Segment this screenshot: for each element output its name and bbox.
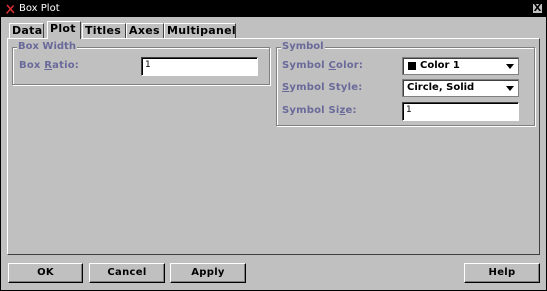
symbol-size-label: Symbol Size: [282, 105, 357, 116]
symbol-size-input[interactable]: 1 [402, 102, 519, 121]
symbol-style-value: Circle, Solid [407, 82, 475, 93]
cancel-button[interactable]: Cancel [89, 263, 165, 283]
tab-titles[interactable]: Titles [82, 23, 126, 38]
symbol-color-label: Symbol Color: [282, 60, 364, 71]
symbol-style-label: Symbol Style: [282, 82, 363, 93]
title-bar[interactable]: Box Plot X [1, 1, 546, 17]
symbol-group-title: Symbol [281, 41, 325, 53]
window-title: Box Plot [19, 3, 60, 14]
tab-data[interactable]: Data [9, 23, 44, 38]
tab-axes[interactable]: Axes [126, 23, 164, 38]
box-plot-dialog: Box Plot X Data Plot Titles Axes Multipa… [0, 0, 547, 291]
chevron-down-icon [506, 86, 514, 91]
symbol-color-value: Color 1 [420, 60, 460, 71]
help-button[interactable]: Help [464, 263, 540, 283]
box-width-group-title: Box Width [17, 41, 77, 53]
apply-button[interactable]: Apply [170, 263, 246, 283]
tab-plot[interactable]: Plot [47, 21, 81, 39]
symbol-group: Symbol Symbol Color: Color 1 Symbol Styl… [276, 41, 535, 126]
ok-button[interactable]: OK [8, 263, 83, 283]
symbol-style-dropdown[interactable]: Circle, Solid [402, 79, 519, 97]
close-button[interactable]: X [532, 3, 543, 14]
app-icon [6, 4, 15, 14]
color-swatch [408, 62, 416, 70]
box-ratio-input[interactable]: 1 [141, 57, 258, 76]
box-ratio-label: Box Ratio: [19, 60, 79, 71]
chevron-down-icon [506, 64, 514, 69]
tab-multipanel[interactable]: Multipanel [164, 23, 236, 38]
plot-tab-panel: Box Width Box Ratio: 1 Symbol Symbol Col… [7, 38, 540, 255]
box-width-group: Box Width Box Ratio: 1 [12, 41, 270, 85]
close-icon: X [533, 3, 542, 14]
symbol-color-dropdown[interactable]: Color 1 [402, 57, 519, 75]
